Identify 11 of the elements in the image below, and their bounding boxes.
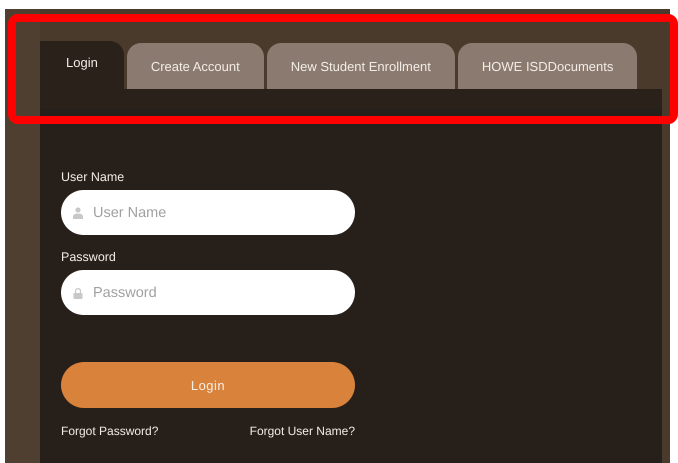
input-field[interactable]: Password bbox=[61, 270, 355, 315]
link[interactable]: Forgot Password? bbox=[61, 424, 158, 438]
field-label: User Name bbox=[61, 170, 124, 184]
login-button[interactable]: Login bbox=[61, 362, 355, 408]
tab[interactable]: HOWE ISDDocuments bbox=[458, 43, 638, 89]
field-label: Password bbox=[61, 250, 116, 264]
input-field[interactable]: User Name bbox=[61, 190, 355, 235]
tab[interactable]: New Student Enrollment bbox=[266, 43, 455, 89]
link[interactable]: Forgot User Name? bbox=[250, 424, 355, 438]
tab[interactable]: Create Account bbox=[126, 43, 264, 89]
tab[interactable]: Login bbox=[40, 41, 124, 89]
